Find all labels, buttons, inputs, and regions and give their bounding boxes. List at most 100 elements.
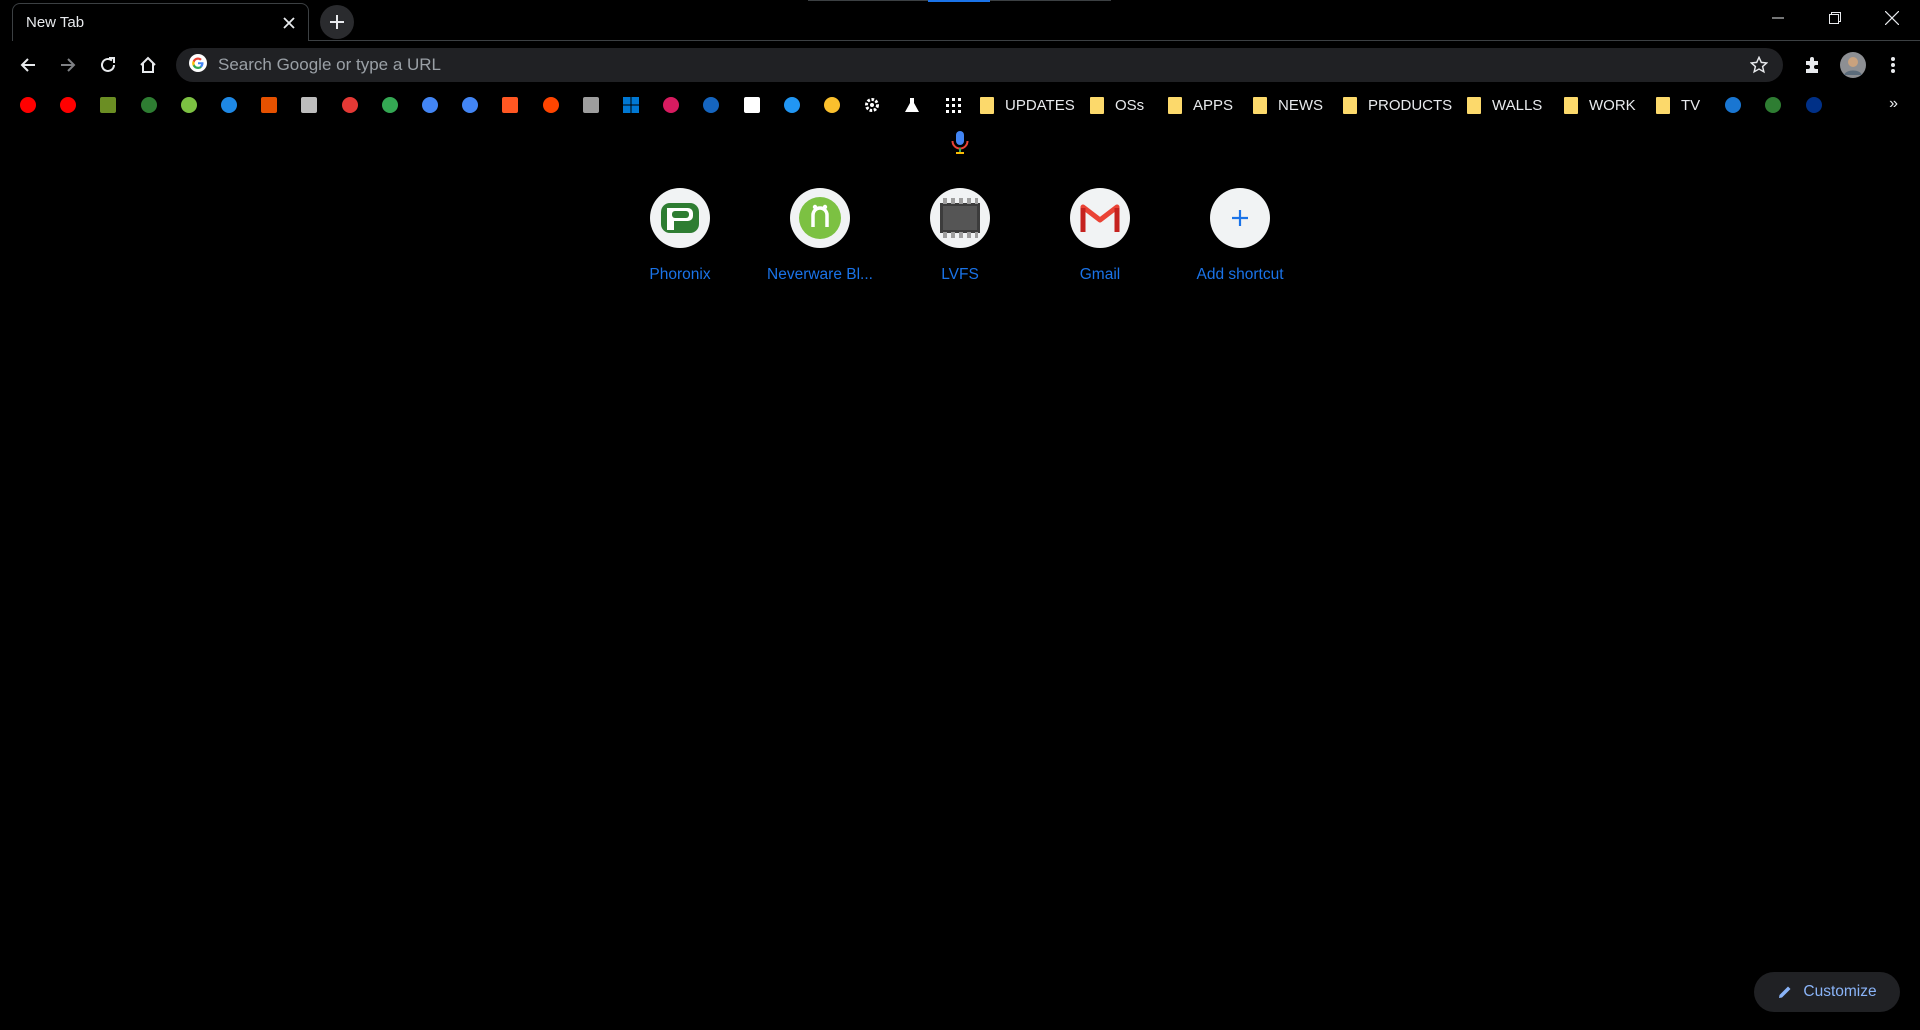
restore-button[interactable] <box>1806 0 1863 36</box>
photo-site-icon[interactable] <box>98 95 118 115</box>
kebab-menu-icon <box>1891 57 1895 73</box>
folder-label: APPS <box>1193 96 1234 114</box>
bookmark-folder-apps[interactable]: APPS <box>1168 93 1233 117</box>
green-circle-site-icon[interactable] <box>1763 95 1783 115</box>
close-window-button[interactable] <box>1863 0 1920 36</box>
bookmark-folder-products[interactable]: PRODUCTS <box>1343 93 1452 117</box>
omnibox[interactable] <box>176 48 1783 82</box>
puzzle-icon <box>1806 57 1818 73</box>
folder-icon <box>1564 96 1578 114</box>
bookmark-folder-walls[interactable]: WALLS <box>1467 93 1542 117</box>
shortcut-label: Phoronix <box>649 266 711 283</box>
omnibox-input[interactable] <box>218 55 1747 75</box>
close-icon <box>1884 11 1899 25</box>
customize-button[interactable]: Customize <box>1754 972 1900 1012</box>
title-bar: New Tab <box>0 0 1920 41</box>
chrome-web-store-icon[interactable] <box>420 95 440 115</box>
folder-icon <box>1467 96 1481 114</box>
blogger-icon[interactable] <box>500 95 520 115</box>
phoronix-icon[interactable] <box>139 95 159 115</box>
windows-icon[interactable] <box>621 95 641 115</box>
new-tab-button[interactable] <box>320 5 354 39</box>
minimize-icon <box>1771 17 1784 19</box>
bookmarks-overflow-chevron[interactable]: » <box>1889 95 1898 113</box>
home-icon <box>140 56 156 73</box>
youtube-music-icon[interactable] <box>58 95 78 115</box>
folder-label: NEWS <box>1278 96 1323 114</box>
folder-icon <box>1656 96 1670 114</box>
folder-label: UPDATES <box>1005 96 1075 114</box>
neverware-icon[interactable] <box>179 95 199 115</box>
video-site-icon[interactable] <box>340 95 360 115</box>
bookmark-folder-updates[interactable]: UPDATES <box>980 93 1075 117</box>
close-icon[interactable] <box>280 14 298 32</box>
arrow-right-icon <box>61 58 76 72</box>
paypal-icon[interactable] <box>1804 95 1824 115</box>
minimize-button[interactable] <box>1749 0 1806 36</box>
folder-icon <box>1168 96 1182 114</box>
chip-icon <box>930 188 990 248</box>
window-controls <box>1749 0 1920 36</box>
extensions-button[interactable] <box>1796 49 1828 81</box>
home-button[interactable] <box>132 49 164 81</box>
neverware-logo-icon <box>790 188 850 248</box>
tab-new-tab[interactable]: New Tab <box>12 3 309 41</box>
folder-label: OSs <box>1115 96 1145 114</box>
folder-icon <box>1343 96 1357 114</box>
shortcut-tile-phoronix[interactable]: Phoronix <box>610 180 750 290</box>
shortcut-tiles: Phoronix Neverware Bl... LVFS Gmail Add … <box>0 180 1920 300</box>
shortcut-label: Add shortcut <box>1196 266 1284 283</box>
shortcut-tile-neverware[interactable]: Neverware Bl... <box>750 180 890 290</box>
menu-button[interactable] <box>1877 49 1909 81</box>
bookmarks-bar: UPDATES OSs APPS NEWS PRODUCTS WALLS WORK TV » <box>0 91 1920 119</box>
plus-icon <box>330 15 344 29</box>
onedrive-icon[interactable] <box>219 95 239 115</box>
youtube-icon[interactable] <box>18 95 38 115</box>
globe-site-icon[interactable] <box>701 95 721 115</box>
voice-search-mic-icon[interactable] <box>950 130 970 156</box>
search-activity-indicator <box>928 0 990 2</box>
bookmark-folder-work[interactable]: WORK <box>1564 93 1636 117</box>
reload-icon <box>101 57 115 72</box>
pencil-icon <box>1779 986 1791 998</box>
chrome-icon[interactable] <box>380 95 400 115</box>
winaero-icon[interactable] <box>661 95 681 115</box>
google-g-icon <box>188 53 208 78</box>
bookmark-star-icon[interactable] <box>1747 53 1771 77</box>
bookmark-folder-tv[interactable]: TV <box>1656 93 1700 117</box>
restore-icon <box>1828 12 1841 24</box>
shortcut-tile-add[interactable]: Add shortcut <box>1170 180 1310 290</box>
avatar-icon <box>1840 52 1866 78</box>
apps-grid-icon[interactable] <box>943 95 963 115</box>
back-button[interactable] <box>12 49 44 81</box>
reddit-icon[interactable] <box>541 95 561 115</box>
shortcut-label: Neverware Bl... <box>767 266 873 283</box>
reload-button[interactable] <box>92 49 124 81</box>
kg-icon[interactable] <box>742 95 762 115</box>
er-site-icon[interactable] <box>1723 95 1743 115</box>
folder-label: WORK <box>1589 96 1636 114</box>
folder-label: PRODUCTS <box>1368 96 1453 114</box>
folder-icon <box>980 96 994 114</box>
google-icon[interactable] <box>460 95 480 115</box>
profile-avatar[interactable] <box>1837 49 1869 81</box>
news-site-icon[interactable] <box>299 95 319 115</box>
customize-label: Customize <box>1803 983 1877 1000</box>
folder-label: TV <box>1681 96 1701 114</box>
tab-title: New Tab <box>26 14 85 31</box>
shortcut-tile-gmail[interactable]: Gmail <box>1030 180 1170 290</box>
shortcut-label: Gmail <box>1079 266 1121 283</box>
phoronix-logo-icon <box>650 188 710 248</box>
forward-button[interactable] <box>52 49 84 81</box>
lvfs-icon[interactable] <box>581 95 601 115</box>
plus-icon <box>1210 188 1270 248</box>
bookmark-folder-news[interactable]: NEWS <box>1253 93 1323 117</box>
flask-labs-icon[interactable] <box>902 95 922 115</box>
shortcut-tile-lvfs[interactable]: LVFS <box>890 180 1030 290</box>
toolbar <box>0 41 1920 88</box>
bookmark-folder-oss[interactable]: OSs <box>1090 93 1144 117</box>
settings-gear-icon[interactable] <box>862 95 882 115</box>
lightbulb-icon[interactable] <box>822 95 842 115</box>
xda-icon[interactable] <box>782 95 802 115</box>
office-icon[interactable] <box>259 95 279 115</box>
